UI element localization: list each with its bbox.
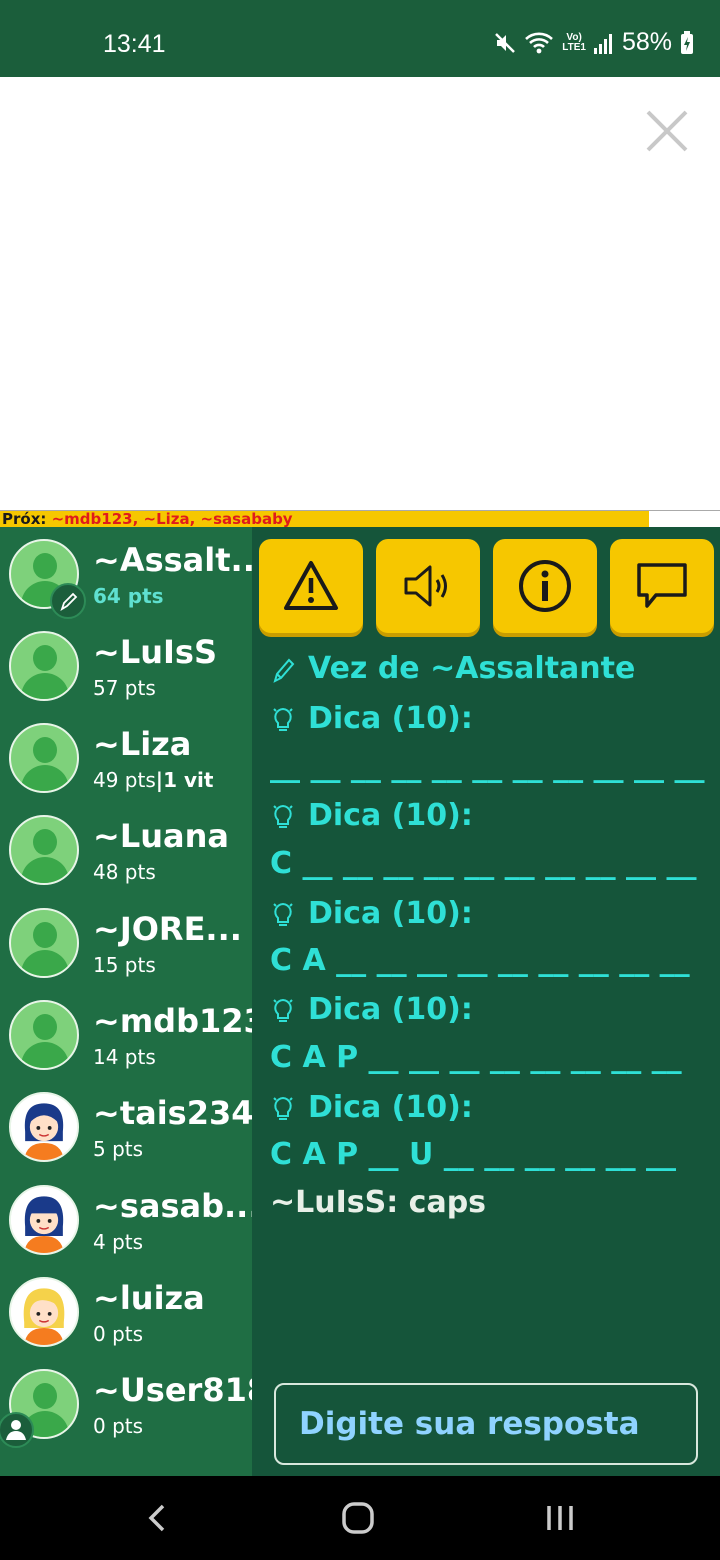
signal-icon	[593, 33, 612, 54]
navigation-bar	[0, 1476, 720, 1560]
hint-pattern: C __ __ __ __ __ __ __ __ __ __	[270, 846, 697, 881]
player-item[interactable]: ~JORE... 15 pts	[0, 896, 252, 988]
player-name: ~sasab...	[93, 1187, 261, 1225]
avatar-girl-icon	[9, 1277, 79, 1347]
profile-button[interactable]	[0, 1412, 34, 1448]
drawing-pencil-badge	[50, 583, 86, 619]
lightbulb-icon	[273, 1096, 293, 1120]
player-points: 4 pts	[93, 1230, 144, 1254]
hint-label: Dica (10):	[308, 896, 473, 931]
hint-label: Dica (10):	[308, 992, 473, 1027]
player-points: 49 pts|1 vit	[93, 768, 214, 792]
player-item[interactable]: ~tais234 5 pts	[0, 1080, 254, 1172]
status-icons: Vo) LTE1 58%	[494, 28, 694, 57]
player-points: 0 pts	[93, 1322, 144, 1346]
player-points: 14 pts	[93, 1045, 156, 1069]
player-item[interactable]: ~Luana 48 pts	[0, 803, 252, 895]
answer-input[interactable]	[276, 1385, 696, 1463]
avatar-girl-icon	[9, 1185, 79, 1255]
player-points: 48 pts	[93, 860, 156, 884]
lightbulb-icon	[273, 804, 293, 828]
recents-icon[interactable]	[540, 1498, 580, 1538]
wifi-icon	[525, 32, 554, 53]
warning-icon	[284, 561, 338, 610]
player-points: 0 pts	[93, 1414, 144, 1438]
player-name: ~JORE...	[93, 910, 242, 948]
player-name: ~mdb123	[93, 1002, 266, 1040]
player-points: 64 pts	[93, 584, 164, 608]
lightbulb-icon	[273, 998, 293, 1022]
hint-label-line: Dica (10):	[270, 992, 473, 1027]
hint-label-line: Dica (10):	[270, 1090, 473, 1125]
player-list[interactable]: ~Assalt... 64 pts ~LuIsS 57 pts ~Liza 49…	[0, 527, 269, 1476]
hint-pattern: C A __ __ __ __ __ __ __ __ __	[270, 943, 690, 978]
answer-field[interactable]	[274, 1383, 698, 1465]
player-item[interactable]: ~Liza 49 pts|1 vit	[0, 711, 252, 803]
avatar	[9, 631, 79, 701]
battery-percent: 58%	[621, 28, 672, 56]
player-item[interactable]: ~User818 0 pts	[0, 1357, 269, 1449]
mute-icon	[495, 32, 516, 53]
chat-button[interactable]	[610, 539, 714, 633]
status-time: 13:41	[103, 30, 166, 58]
player-points: 15 pts	[93, 953, 156, 977]
player-item[interactable]: ~Assalt... 64 pts	[0, 527, 267, 619]
close-icon[interactable]	[644, 108, 690, 154]
hint-label-line: Dica (10):	[270, 701, 473, 736]
player-item[interactable]: ~mdb123 14 pts	[0, 988, 266, 1080]
hint-pattern: __ __ __ __ __ __ __ __ __ __ __	[270, 749, 705, 784]
hint-label: Dica (10):	[308, 701, 473, 736]
turn-text: Vez de ~Assaltante	[308, 651, 636, 686]
sound-button[interactable]	[376, 539, 480, 633]
chat-message: ~LuIsS: caps	[270, 1185, 487, 1220]
turn-line: Vez de ~Assaltante	[270, 651, 635, 686]
avatar	[9, 723, 79, 793]
lightbulb-icon	[273, 707, 293, 731]
player-name: ~luiza	[93, 1279, 205, 1317]
user-icon	[6, 1420, 26, 1440]
status-bar: 13:41 Vo) LTE1 58%	[0, 0, 720, 77]
player-name: ~User818	[93, 1371, 270, 1409]
player-name: ~LuIsS	[93, 633, 217, 671]
info-icon	[519, 560, 571, 612]
player-item[interactable]: ~luiza 0 pts	[0, 1265, 252, 1357]
player-points: 57 pts	[93, 676, 156, 700]
hint-label: Dica (10):	[308, 1090, 473, 1125]
player-item[interactable]: ~sasab... 4 pts	[0, 1173, 260, 1265]
avatar	[9, 908, 79, 978]
info-button[interactable]	[493, 539, 597, 633]
next-players-text: Próx: ~mdb123, ~Liza, ~sasababy	[2, 511, 293, 528]
next-players-bar: Próx: ~mdb123, ~Liza, ~sasababy	[0, 510, 720, 528]
hint-label-line: Dica (10):	[270, 798, 473, 833]
hint-pattern: C A P __ __ __ __ __ __ __ __	[270, 1040, 682, 1075]
hint-label-line: Dica (10):	[270, 896, 473, 931]
volte-icon: Vo) LTE1	[562, 31, 586, 53]
avatar	[9, 1000, 79, 1070]
player-name: ~Liza	[93, 725, 192, 763]
game-panel: Vez de ~Assaltante Dica (10): __ __ __ _…	[252, 527, 720, 1476]
drawing-canvas[interactable]	[0, 77, 720, 510]
back-icon[interactable]	[138, 1498, 178, 1538]
report-button[interactable]	[259, 539, 363, 633]
avatar	[9, 815, 79, 885]
next-label: Próx:	[2, 510, 52, 528]
speaker-icon	[404, 565, 447, 607]
player-item[interactable]: ~LuIsS 57 pts	[0, 619, 252, 711]
player-points: 5 pts	[93, 1137, 144, 1161]
pencil-icon	[273, 658, 295, 683]
next-names: ~mdb123, ~Liza, ~sasababy	[51, 510, 293, 528]
hint-pattern: C A P __ U __ __ __ __ __ __	[270, 1137, 677, 1172]
player-name: ~Luana	[93, 817, 229, 855]
player-name: ~Assalt...	[93, 541, 267, 579]
avatar-girl-icon	[9, 1092, 79, 1162]
lightbulb-icon	[273, 902, 293, 926]
hint-label: Dica (10):	[308, 798, 473, 833]
battery-charging-icon	[681, 30, 693, 54]
home-icon[interactable]	[338, 1498, 378, 1538]
chat-icon	[637, 563, 687, 608]
player-name: ~tais234	[93, 1094, 254, 1132]
pencil-icon	[60, 592, 78, 612]
